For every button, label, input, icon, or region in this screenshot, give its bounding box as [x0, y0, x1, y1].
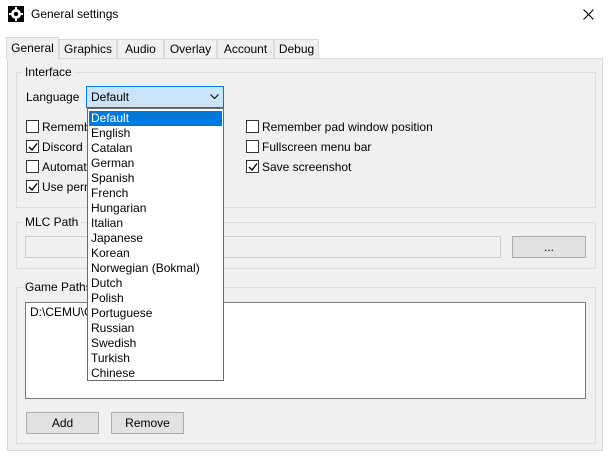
tab-graphics[interactable]: Graphics [59, 39, 117, 59]
save-screenshot-label: Save screenshot [262, 160, 352, 174]
remember-window-label: Rememb [42, 120, 91, 134]
language-option-french[interactable]: French [89, 186, 222, 201]
interface-legend: Interface [25, 65, 72, 79]
language-option-default[interactable]: Default [89, 111, 222, 126]
language-option-english[interactable]: English [89, 126, 222, 141]
language-option-catalan[interactable]: Catalan [89, 141, 222, 156]
language-dropdown-list[interactable]: Default English Catalan German Spanish F… [87, 108, 224, 381]
remember-window-checkbox[interactable] [26, 120, 39, 133]
discord-presence-checkbox[interactable] [26, 140, 39, 153]
mlc-browse-button[interactable]: ... [512, 236, 586, 258]
language-option-dutch[interactable]: Dutch [89, 276, 222, 291]
remove-path-button[interactable]: Remove [111, 412, 184, 434]
game-path-item[interactable]: D:\CEMU\G [30, 305, 93, 319]
close-icon [583, 9, 594, 20]
title-bar: General settings [0, 0, 612, 30]
tab-debug[interactable]: Debug [274, 39, 319, 59]
language-option-japanese[interactable]: Japanese [89, 231, 222, 246]
language-option-norwegian[interactable]: Norwegian (Bokmal) [89, 261, 222, 276]
window-title: General settings [31, 7, 119, 21]
tab-overlay[interactable]: Overlay [164, 39, 217, 59]
language-option-portuguese[interactable]: Portuguese [89, 306, 222, 321]
save-screenshot-checkbox[interactable] [246, 160, 259, 173]
tab-general[interactable]: General [6, 37, 59, 60]
language-select-value: Default [91, 90, 130, 104]
language-option-swedish[interactable]: Swedish [89, 336, 222, 351]
language-option-russian[interactable]: Russian [89, 321, 222, 336]
auto-update-checkbox[interactable] [26, 160, 39, 173]
remember-pad-window-label: Remember pad window position [262, 120, 433, 134]
remember-pad-window-checkbox[interactable] [246, 120, 259, 133]
checkmark-icon [28, 183, 38, 192]
language-option-chinese[interactable]: Chinese [89, 366, 222, 381]
tab-audio[interactable]: Audio [117, 39, 164, 59]
language-option-polish[interactable]: Polish [89, 291, 222, 306]
auto-update-label: Automat [42, 160, 87, 174]
language-option-hungarian[interactable]: Hungarian [89, 201, 222, 216]
gear-icon [8, 6, 24, 22]
language-option-turkish[interactable]: Turkish [89, 351, 222, 366]
checkmark-icon [28, 143, 38, 152]
use-permanent-storage-checkbox[interactable] [26, 180, 39, 193]
add-path-button[interactable]: Add [26, 412, 99, 434]
game-paths-legend: Game Paths [25, 280, 92, 294]
fullscreen-menu-bar-label: Fullscreen menu bar [262, 140, 372, 154]
mlc-path-legend: MLC Path [25, 215, 79, 229]
chevron-down-icon [210, 94, 219, 100]
language-option-korean[interactable]: Korean [89, 246, 222, 261]
language-select[interactable]: Default [86, 86, 224, 108]
tab-account[interactable]: Account [217, 39, 274, 59]
language-label: Language [26, 90, 80, 104]
language-option-italian[interactable]: Italian [89, 216, 222, 231]
close-button[interactable] [565, 0, 612, 30]
language-option-german[interactable]: German [89, 156, 222, 171]
fullscreen-menu-bar-checkbox[interactable] [246, 140, 259, 153]
language-option-spanish[interactable]: Spanish [89, 171, 222, 186]
checkmark-icon [248, 163, 258, 172]
